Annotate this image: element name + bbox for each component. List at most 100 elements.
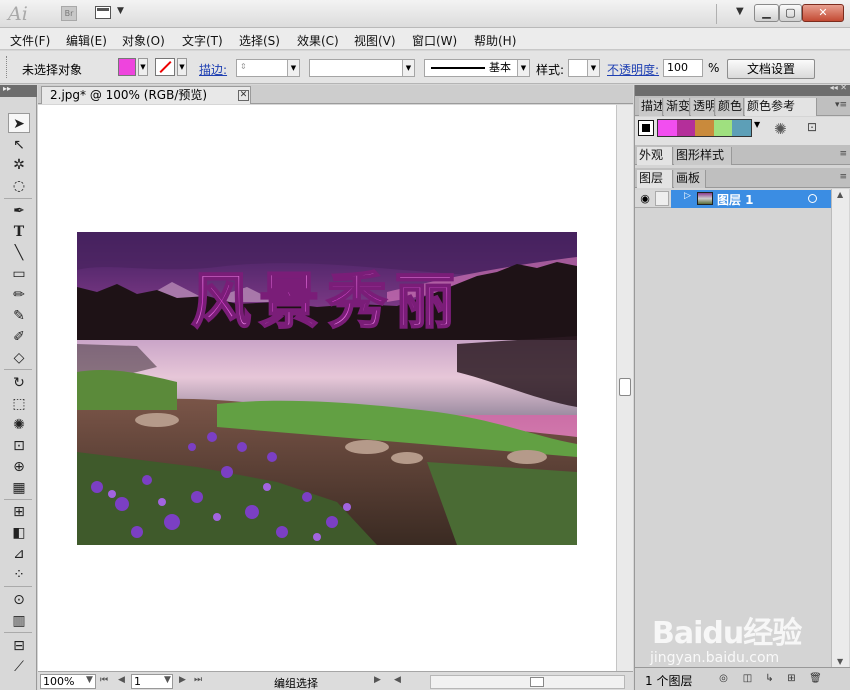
workspace-switcher-button[interactable]: ▼ [736,6,744,17]
maximize-button[interactable]: ▢ [779,4,802,22]
layer-row[interactable]: ◉ ▷ 图层 1 [635,190,831,208]
panel-menu-icon[interactable]: ▾≡ [835,100,847,110]
pen-tool-icon[interactable]: ✒ [8,201,30,221]
scroll-thumb[interactable] [530,677,544,687]
make-clipping-mask-icon[interactable]: ◫ [741,672,754,685]
delete-layer-icon[interactable]: 🗑 [809,672,822,685]
harmony-colors[interactable] [657,119,752,137]
rectangle-tool-icon[interactable]: ▭ [8,264,30,284]
save-color-group-icon[interactable]: ⊡ [807,120,817,134]
tab-description[interactable]: 描述 [639,98,663,116]
pencil-tool-icon[interactable]: ✎ [8,306,30,326]
harmony-swatch[interactable] [732,120,751,136]
variable-width-field[interactable]: ▼ [309,59,415,77]
panel-dock-header[interactable]: ◂◂ ✕ [635,83,850,96]
selection-tool-icon[interactable]: ➤ [8,113,30,133]
artboard-tool-icon[interactable]: ⊟ [8,636,30,656]
bridge-button[interactable]: Br [61,6,77,21]
new-sublayer-icon[interactable]: ↳ [763,672,776,685]
layer-name[interactable]: 图层 1 [717,191,754,208]
toolbar-header[interactable]: ▸▸ [0,84,37,97]
mesh-tool-icon[interactable]: ⊞ [8,502,30,522]
layer-target-icon[interactable] [808,194,817,203]
scroll-up-icon[interactable]: ▲ [837,190,843,199]
warp-tool-icon[interactable]: ✺ [8,415,30,435]
rotate-tool-icon[interactable]: ↻ [8,373,30,393]
last-artboard-icon[interactable]: ⏭ [194,675,202,685]
brush-definition-field[interactable]: 基本 ▼ [424,59,530,77]
tab-appearance[interactable]: 外观 [637,147,673,165]
close-icon[interactable]: ✕ [238,90,249,101]
harmony-swatch[interactable] [658,120,677,136]
harmony-swatch[interactable] [713,120,733,136]
menu-window[interactable]: 窗口(W) [412,32,457,49]
first-artboard-icon[interactable]: ⏮ [100,675,108,685]
opacity-label[interactable]: 不透明度: [607,61,659,78]
eraser-tool-icon[interactable]: ◇ [8,348,30,368]
magic-wand-tool-icon[interactable]: ✲ [8,155,30,175]
status-menu-icon[interactable]: ▶ [374,675,381,685]
tab-transparency[interactable]: 透明 [691,98,715,116]
stroke-weight-field[interactable]: ⇕ ▼ [236,59,300,77]
menu-help[interactable]: 帮助(H) [474,32,516,49]
chevron-down-icon[interactable]: ▼ [164,675,171,685]
stroke-label[interactable]: 描边: [199,61,227,78]
menu-object[interactable]: 对象(O) [122,32,165,49]
chevron-down-icon[interactable]: ▼ [86,675,93,685]
locate-object-icon[interactable]: ◎ [717,672,730,685]
color-wheel-icon[interactable]: ✺ [774,120,787,138]
horizontal-scrollbar[interactable] [430,675,625,689]
chevron-down-icon[interactable]: ▼ [754,120,760,129]
tab-graphic-styles[interactable]: 图形样式 [674,147,732,165]
fill-color-swatch[interactable] [118,58,136,76]
scroll-left-icon[interactable]: ◀ [394,675,401,685]
lock-toggle[interactable] [655,191,669,206]
minimize-button[interactable]: ▁ [754,4,779,22]
opacity-input[interactable]: 100 [663,59,703,77]
menu-view[interactable]: 视图(V) [354,32,396,49]
menu-select[interactable]: 选择(S) [239,32,280,49]
close-button[interactable]: ✕ [802,4,844,22]
stroke-color-swatch[interactable] [155,58,175,76]
new-layer-icon[interactable]: ⊞ [785,672,798,685]
stroke-dropdown[interactable]: ▼ [177,58,187,76]
paintbrush-tool-icon[interactable]: ✏ [8,285,30,305]
gradient-tool-icon[interactable]: ◧ [8,523,30,543]
free-transform-tool-icon[interactable]: ⊡ [8,436,30,456]
symbol-sprayer-tool-icon[interactable]: ⊙ [8,590,30,610]
tab-artboards[interactable]: 画板 [674,170,706,188]
next-artboard-icon[interactable]: ▶ [179,675,186,685]
harmony-swatch[interactable] [676,120,696,136]
scroll-down-icon[interactable]: ▼ [837,657,843,666]
type-tool-icon[interactable]: T [8,222,30,242]
layers-scrollbar[interactable]: ▲ ▼ [831,189,849,667]
vertical-scrollbar[interactable] [616,105,633,671]
tab-gradient[interactable]: 渐变 [664,98,690,116]
tab-color-guide[interactable]: 颜色参考 [745,98,817,116]
previous-artboard-icon[interactable]: ◀ [118,675,125,685]
eyedropper-tool-icon[interactable]: ⊿ [8,544,30,564]
placed-image[interactable]: 风景秀丽 [77,232,577,545]
blob-brush-tool-icon[interactable]: ✐ [8,327,30,347]
artwork-text[interactable]: 风景秀丽 [190,266,463,338]
chevron-down-icon[interactable]: ▼ [587,60,599,76]
document-setup-button[interactable]: 文档设置 [727,59,815,79]
direct-selection-tool-icon[interactable]: ↖ [8,135,30,155]
perspective-grid-tool-icon[interactable]: ▦ [8,478,30,498]
column-graph-tool-icon[interactable]: ▥ [8,611,30,631]
menu-type[interactable]: 文字(T) [182,32,223,49]
graphic-style-field[interactable]: ▼ [568,59,600,77]
fill-dropdown[interactable]: ▼ [138,58,148,76]
scale-tool-icon[interactable]: ⬚ [8,394,30,414]
panel-grip[interactable] [6,56,9,78]
tab-layers[interactable]: 图层 [637,170,673,188]
tab-color[interactable]: 颜色 [716,98,744,116]
arrange-documents-button[interactable]: ▼ [95,5,125,21]
document-tab[interactable]: 2.jpg* @ 100% (RGB/预览) ✕ [41,86,251,104]
base-color-swatch[interactable] [638,120,654,136]
harmony-swatch[interactable] [695,120,714,136]
expand-arrow-icon[interactable]: ▷ [684,191,691,201]
menu-edit[interactable]: 编辑(E) [66,32,107,49]
line-tool-icon[interactable]: ╲ [8,243,30,263]
chevron-down-icon[interactable]: ▼ [402,60,414,76]
